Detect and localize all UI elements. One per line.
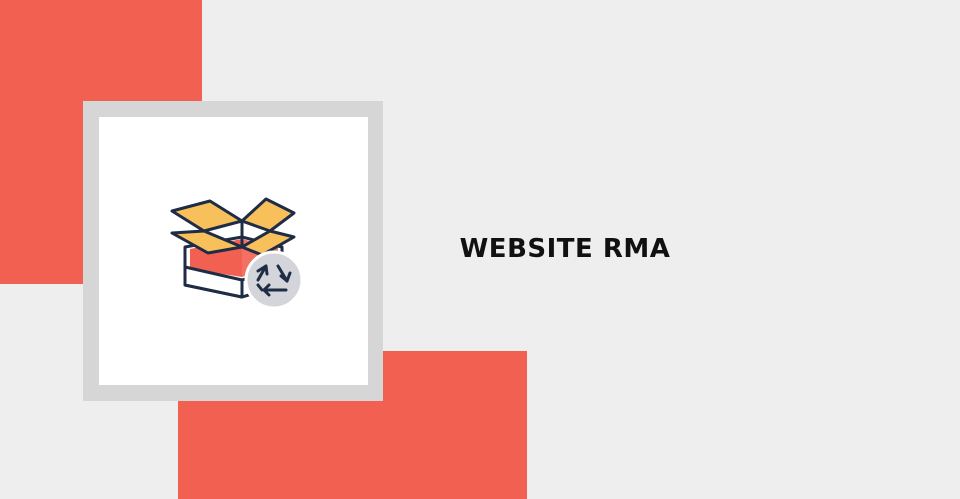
box-return-recycle-icon xyxy=(160,185,310,315)
banner-title: WEBSITE RMA xyxy=(459,234,671,264)
banner-canvas: WEBSITE RMA xyxy=(0,0,960,499)
